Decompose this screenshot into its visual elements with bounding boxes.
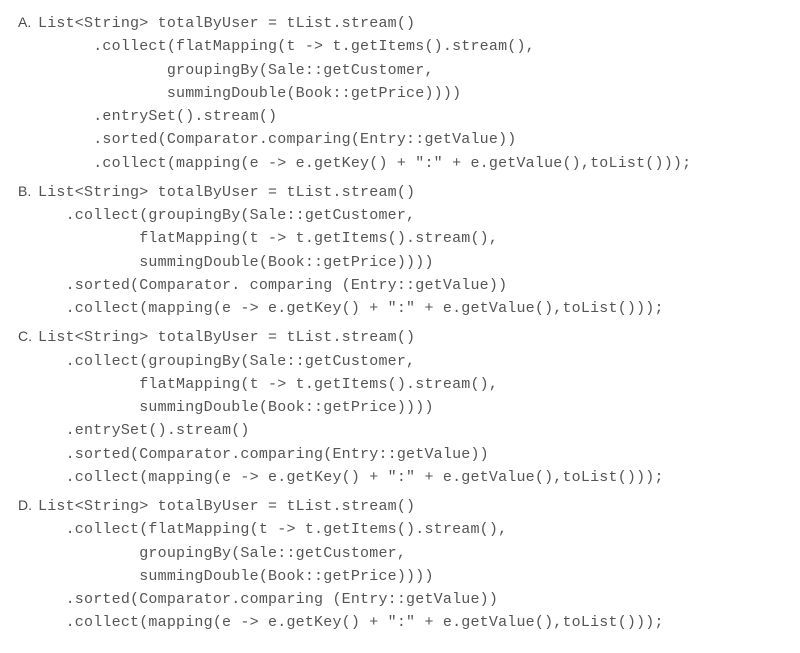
code-line: .sorted(Comparator.comparing(Entry::getV… [38,131,516,148]
code-line: .entrySet().stream() [38,108,277,125]
option-label-a: A. [18,12,38,30]
code-block-a: List<String> totalByUser = tList.stream(… [38,12,691,175]
code-line: .collect(flatMapping(t -> t.getItems().s… [38,521,507,538]
option-label-d: D. [18,495,38,513]
code-line: .collect(mapping(e -> e.getKey() + ":" +… [38,469,664,486]
code-line: summingDouble(Book::getPrice)))) [38,85,461,102]
code-line: .collect(groupingBy(Sale::getCustomer, [38,207,415,224]
code-line: summingDouble(Book::getPrice)))) [38,254,434,271]
code-line: List<String> totalByUser = tList.stream(… [38,329,415,346]
code-line: summingDouble(Book::getPrice)))) [38,399,434,416]
options-list: A. List<String> totalByUser = tList.stre… [18,12,782,635]
option-c: C. List<String> totalByUser = tList.stre… [18,326,782,489]
code-line: .collect(mapping(e -> e.getKey() + ":" +… [38,614,664,631]
code-line: .collect(groupingBy(Sale::getCustomer, [38,353,415,370]
code-line: .entrySet().stream() [38,422,250,439]
code-line: .sorted(Comparator.comparing (Entry::get… [38,591,498,608]
code-line: groupingBy(Sale::getCustomer, [38,545,406,562]
option-d: D. List<String> totalByUser = tList.stre… [18,495,782,635]
code-line: .collect(mapping(e -> e.getKey() + ":" +… [38,300,664,317]
code-line: groupingBy(Sale::getCustomer, [38,62,434,79]
code-line: List<String> totalByUser = tList.stream(… [38,15,415,32]
code-line: flatMapping(t -> t.getItems().stream(), [38,376,498,393]
option-b: B. List<String> totalByUser = tList.stre… [18,181,782,321]
option-a: A. List<String> totalByUser = tList.stre… [18,12,782,175]
code-block-b: List<String> totalByUser = tList.stream(… [38,181,664,321]
option-label-b: B. [18,181,38,199]
code-line: flatMapping(t -> t.getItems().stream(), [38,230,498,247]
code-line: summingDouble(Book::getPrice)))) [38,568,434,585]
code-line: List<String> totalByUser = tList.stream(… [38,498,415,515]
code-line: .sorted(Comparator. comparing (Entry::ge… [38,277,507,294]
code-line: .collect(mapping(e -> e.getKey() + ":" +… [38,155,691,172]
code-line: .collect(flatMapping(t -> t.getItems().s… [38,38,535,55]
code-line: .sorted(Comparator.comparing(Entry::getV… [38,446,489,463]
code-block-d: List<String> totalByUser = tList.stream(… [38,495,664,635]
code-block-c: List<String> totalByUser = tList.stream(… [38,326,664,489]
code-line: List<String> totalByUser = tList.stream(… [38,184,415,201]
option-label-c: C. [18,326,38,344]
